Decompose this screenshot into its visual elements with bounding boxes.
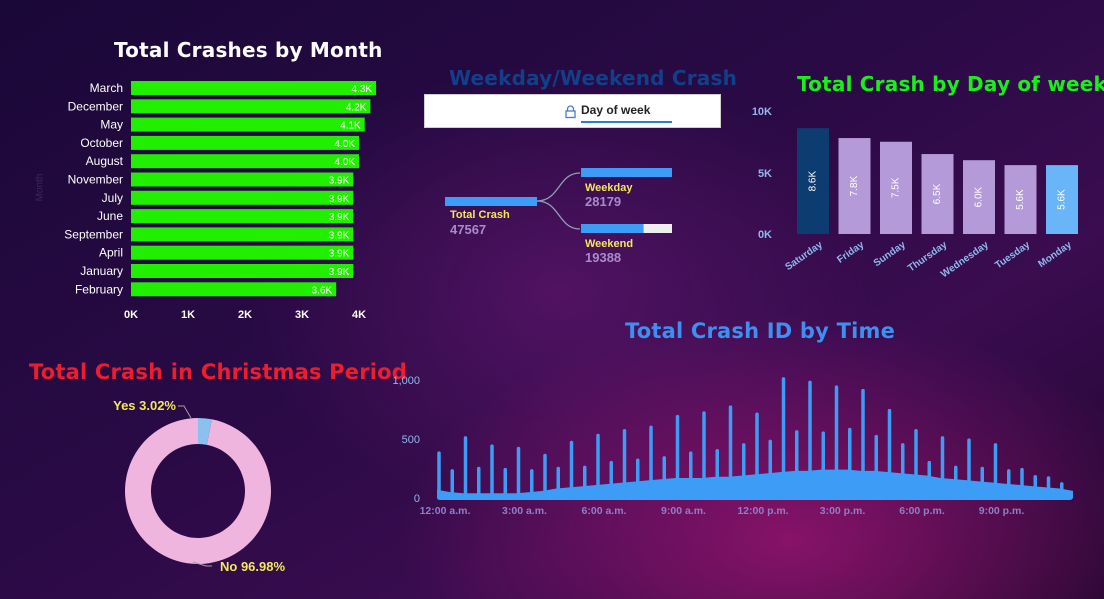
month-tick-label: March bbox=[90, 81, 123, 95]
month-tick-label: October bbox=[80, 136, 123, 150]
dow-y-tick: 0K bbox=[758, 229, 772, 241]
christmas-chart-title: Total Crash in Christmas Period bbox=[29, 360, 408, 384]
time-line-chart: 0 500 1,000 12:00 a.m. 3:00 a.m. 6:00 a.m. 9:0… bbox=[392, 375, 1073, 517]
month-bar bbox=[131, 227, 354, 242]
month-tick-label: April bbox=[99, 246, 123, 260]
tree-child-bar bbox=[581, 224, 644, 233]
month-data-label: 4.1K bbox=[340, 121, 361, 132]
dow-x-tick: Friday bbox=[835, 239, 866, 265]
month-x-tick: 4K bbox=[352, 309, 366, 321]
month-data-label: 3.9K bbox=[329, 194, 350, 205]
month-bar-chart: March 4.3K December 4.2K May 4.1K October 4.0K A… bbox=[64, 81, 377, 321]
time-x-tick: 12:00 p.m. bbox=[737, 505, 788, 517]
month-data-label: 3.9K bbox=[329, 212, 350, 223]
month-data-label: 4.3K bbox=[352, 84, 373, 95]
dow-data-label: 5.6K bbox=[1057, 189, 1068, 210]
dow-y-tick: 10K bbox=[752, 106, 772, 118]
month-bar bbox=[131, 81, 377, 95]
tree-connector bbox=[536, 172, 581, 202]
month-data-label: 4.0K bbox=[334, 157, 355, 168]
month-tick-label: September bbox=[64, 227, 123, 241]
time-y-tick: 1,000 bbox=[392, 375, 420, 387]
month-bar bbox=[131, 209, 354, 224]
month-data-label: 3.9K bbox=[329, 230, 350, 241]
month-data-label: 3.9K bbox=[329, 267, 350, 278]
month-tick-label: August bbox=[86, 154, 124, 168]
month-tick-label: December bbox=[68, 99, 123, 113]
month-data-label: 3.9K bbox=[329, 249, 350, 260]
tree-child-bar bbox=[581, 168, 672, 177]
dow-data-label: 6.0K bbox=[974, 186, 985, 207]
tree-child-label: Weekday bbox=[585, 182, 633, 194]
month-tick-label: November bbox=[68, 173, 123, 187]
tree-root-value: 47567 bbox=[450, 222, 486, 237]
donut-yes-label: Yes 3.02% bbox=[113, 398, 176, 413]
month-chart-title: Total Crashes by Month bbox=[114, 38, 383, 62]
time-x-tick: 3:00 p.m. bbox=[820, 505, 866, 517]
time-x-tick: 9:00 p.m. bbox=[979, 505, 1025, 517]
month-bar bbox=[131, 245, 354, 260]
dow-x-tick: Sunday bbox=[872, 239, 908, 269]
filter-underline bbox=[581, 121, 672, 123]
time-y-tick: 0 bbox=[414, 493, 420, 505]
donut-no-label: No 96.98% bbox=[220, 559, 285, 574]
month-tick-label: July bbox=[102, 191, 123, 205]
dow-data-label: 5.6K bbox=[1015, 189, 1026, 210]
tree-child-label: Weekend bbox=[585, 238, 633, 250]
dow-chart-title: Total Crash by Day of week bbox=[797, 72, 1104, 96]
month-bar bbox=[131, 117, 365, 132]
dow-x-tick: Tuesday bbox=[993, 239, 1032, 271]
dow-x-tick: Saturday bbox=[783, 239, 825, 273]
tree-title: Weekday/Weekend Crash bbox=[449, 66, 738, 90]
decomposition-tree[interactable]: Total Crash47567 Weekday28179 Weekend19388 bbox=[440, 155, 700, 285]
month-tick-label: June bbox=[97, 209, 123, 223]
month-bar bbox=[131, 135, 359, 150]
month-data-label: 3.9K bbox=[329, 176, 350, 187]
dow-data-label: 7.5K bbox=[891, 177, 902, 198]
tree-root-label: Total Crash bbox=[450, 209, 510, 221]
month-bar bbox=[131, 282, 337, 297]
month-tick-label: May bbox=[100, 118, 123, 132]
donut-slice bbox=[124, 418, 271, 564]
month-data-label: 3.6K bbox=[312, 285, 333, 296]
dow-x-tick: Monday bbox=[1036, 239, 1074, 270]
month-bar bbox=[131, 190, 354, 205]
month-tick-label: February bbox=[75, 282, 123, 296]
month-tick-label: January bbox=[80, 264, 123, 278]
tree-connector bbox=[536, 200, 581, 230]
time-y-tick: 500 bbox=[402, 434, 420, 446]
dow-data-label: 7.8K bbox=[849, 175, 860, 196]
tree-child-value: 28179 bbox=[585, 194, 621, 209]
time-x-tick: 6:00 a.m. bbox=[582, 505, 627, 517]
month-x-tick: 1K bbox=[181, 309, 195, 321]
month-bar bbox=[131, 154, 359, 169]
month-x-tick: 2K bbox=[238, 309, 252, 321]
dow-y-tick: 5K bbox=[758, 168, 772, 180]
month-x-tick: 0K bbox=[124, 309, 138, 321]
time-x-tick: 12:00 a.m. bbox=[420, 505, 471, 517]
time-x-tick: 3:00 a.m. bbox=[502, 505, 547, 517]
christmas-donut-chart: Yes 3.02% No 96.98% bbox=[113, 398, 285, 574]
tree-root-bar bbox=[445, 197, 537, 206]
lock-icon bbox=[565, 105, 576, 119]
dow-data-label: 8.6K bbox=[808, 170, 819, 191]
filter-field-label: Day of week bbox=[581, 103, 651, 117]
dow-data-label: 6.5K bbox=[932, 183, 943, 204]
month-x-tick: 3K bbox=[295, 309, 309, 321]
tree-filter-box[interactable]: Day of week bbox=[424, 94, 721, 128]
donut-leader-line bbox=[178, 405, 192, 419]
tree-child-value: 19388 bbox=[585, 250, 621, 265]
month-data-label: 4.0K bbox=[334, 139, 355, 150]
month-data-label: 4.2K bbox=[346, 102, 367, 113]
month-bar bbox=[131, 99, 371, 114]
month-bar bbox=[131, 264, 354, 278]
month-bar bbox=[131, 172, 354, 187]
time-chart-title: Total Crash ID by Time bbox=[625, 319, 896, 343]
day-of-week-bar-chart: 10K 5K 0K 8.6K Saturday 7.8K Friday 7.5K Sunday 6… bbox=[752, 106, 1078, 280]
time-x-tick: 6:00 p.m. bbox=[899, 505, 945, 517]
time-x-tick: 9:00 a.m. bbox=[661, 505, 706, 517]
